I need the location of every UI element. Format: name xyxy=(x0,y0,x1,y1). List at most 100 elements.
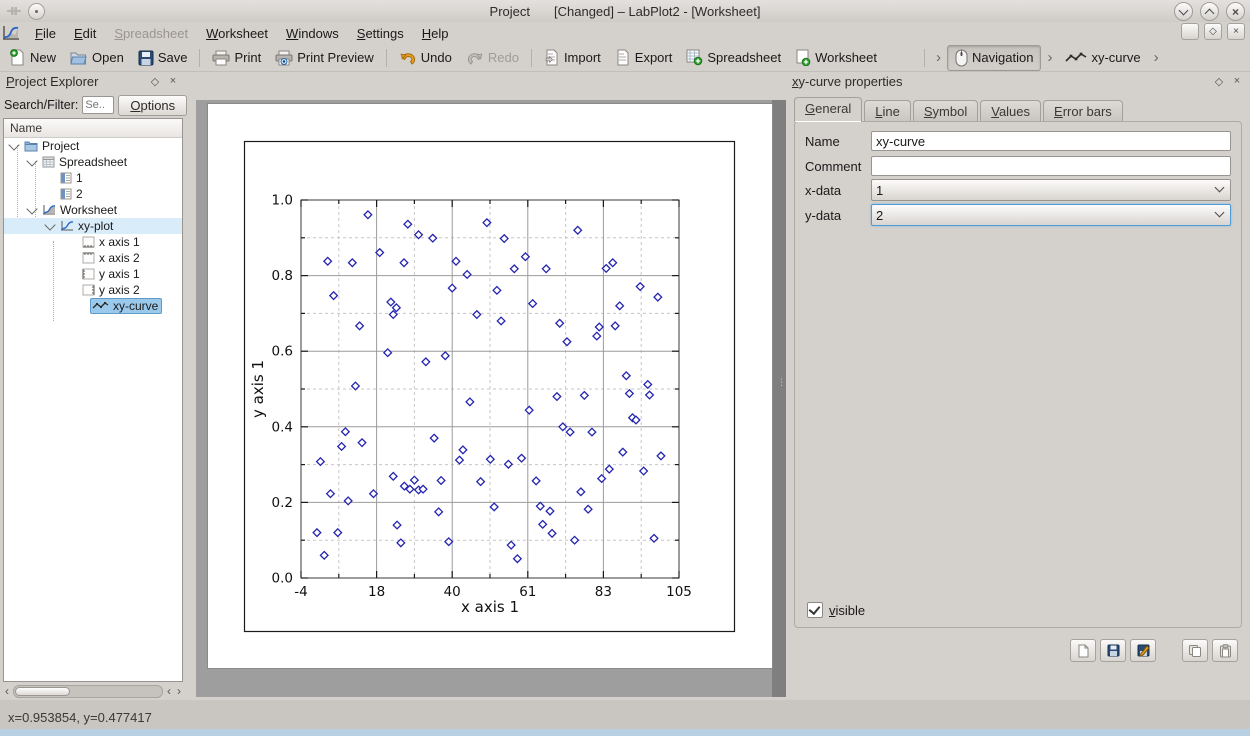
tree-item-x-axis-2[interactable]: x axis 2 xyxy=(4,250,182,266)
options-button[interactable]: Options xyxy=(118,95,187,116)
tree-item-x-axis-1[interactable]: x axis 1 xyxy=(4,234,182,250)
maximize-button[interactable] xyxy=(1200,2,1219,21)
y-data-select[interactable]: 2 xyxy=(871,204,1231,226)
copy-button[interactable] xyxy=(1182,639,1208,662)
mdi-float-button[interactable]: ◇ xyxy=(1204,23,1222,40)
tree-item-column-2[interactable]: 2 xyxy=(4,186,182,202)
tab-general[interactable]: General xyxy=(794,97,862,122)
menu-help[interactable]: Help xyxy=(413,24,458,43)
diamond-icon: ◇ xyxy=(151,75,159,88)
selected-item-highlight: xy-curve xyxy=(90,298,162,314)
tab-line[interactable]: Line xyxy=(864,100,911,122)
save-edit-icon xyxy=(1137,644,1150,657)
save-icon xyxy=(138,50,154,66)
save-template-button[interactable] xyxy=(1100,639,1126,662)
import-icon xyxy=(544,49,560,66)
scroll-right-icon[interactable]: › xyxy=(175,685,183,697)
visible-checkbox[interactable] xyxy=(807,602,823,618)
expander-icon[interactable] xyxy=(44,219,55,230)
float-panel-button[interactable]: ◇ xyxy=(1212,74,1226,88)
xy-curve-toolbar-button[interactable]: xy-curve xyxy=(1058,47,1147,68)
export-button[interactable]: Export xyxy=(608,46,680,69)
menu-edit[interactable]: Edit xyxy=(65,24,105,43)
open-button[interactable]: Open xyxy=(63,47,131,69)
save-button[interactable]: Save xyxy=(131,47,195,69)
expander-icon[interactable] xyxy=(8,139,19,150)
save-edit-button[interactable] xyxy=(1130,639,1156,662)
menu-windows[interactable]: Windows xyxy=(277,24,348,43)
menubar: File Edit Spreadsheet Worksheet Windows … xyxy=(0,22,1250,44)
mdi-close-button[interactable]: × xyxy=(1227,23,1245,40)
tree-item-project[interactable]: Project xyxy=(4,138,182,154)
xy-plot-icon xyxy=(60,220,74,232)
tree-item-worksheet[interactable]: Worksheet xyxy=(4,202,182,218)
tree-column-header[interactable]: Name xyxy=(4,119,182,138)
splitter-handle[interactable]: ⋮ xyxy=(777,380,786,384)
tab-values[interactable]: Values xyxy=(980,100,1041,122)
mouse-icon xyxy=(955,49,968,67)
spreadsheet-icon xyxy=(42,156,55,168)
worksheet-plot[interactable]: -4184061831050.00.20.40.60.81.0x axis 1y… xyxy=(208,104,772,668)
print-button[interactable]: Print xyxy=(205,47,268,69)
new-document-icon xyxy=(9,49,26,66)
print-preview-icon xyxy=(275,50,293,66)
new-worksheet-button[interactable]: Worksheet xyxy=(788,46,884,69)
close-icon: × xyxy=(1234,75,1240,87)
name-field[interactable] xyxy=(871,131,1231,151)
menu-spreadsheet: Spreadsheet xyxy=(105,24,197,43)
svg-text:0.8: 0.8 xyxy=(272,268,293,284)
svg-text:61: 61 xyxy=(519,584,536,600)
mdi-restore-button[interactable] xyxy=(1181,23,1199,40)
tree-item-spreadsheet[interactable]: Spreadsheet xyxy=(4,154,182,170)
tab-error-bars[interactable]: Error bars xyxy=(1043,100,1123,122)
paste-button[interactable] xyxy=(1212,639,1238,662)
cursor-position-text: x=0.953854, y=0.477417 xyxy=(8,710,152,725)
toolbar-extension-chevron[interactable]: › xyxy=(1041,49,1058,66)
tree-item-y-axis-1[interactable]: y axis 1 xyxy=(4,266,182,282)
load-template-button[interactable] xyxy=(1070,639,1096,662)
new-spreadsheet-button[interactable]: Spreadsheet xyxy=(679,46,788,69)
print-preview-button[interactable]: Print Preview xyxy=(268,47,381,69)
search-input[interactable] xyxy=(82,96,114,114)
comment-field[interactable] xyxy=(871,156,1231,176)
navigation-toggle-button[interactable]: Navigation xyxy=(947,45,1041,71)
name-label: Name xyxy=(805,134,871,149)
close-panel-button[interactable]: × xyxy=(166,74,180,88)
x-data-select[interactable]: 1 xyxy=(871,179,1231,201)
titlebar[interactable]: Project[Changed] – LabPlot2 - [Worksheet… xyxy=(0,0,1250,22)
scroll-left-icon[interactable]: ‹ xyxy=(3,685,11,697)
scrollbar-handle[interactable] xyxy=(15,687,70,696)
tab-symbol[interactable]: Symbol xyxy=(913,100,978,122)
float-panel-button[interactable]: ◇ xyxy=(148,74,162,88)
main-toolbar: New Open Save Print Print Preview Undo R… xyxy=(0,44,1250,72)
close-panel-button[interactable]: × xyxy=(1230,74,1244,88)
horizontal-scrollbar[interactable]: ‹ ‹ › xyxy=(3,684,183,698)
search-filter-label: Search/Filter: xyxy=(4,98,78,112)
minimize-button[interactable] xyxy=(1174,2,1193,21)
diamond-icon: ◇ xyxy=(1215,75,1223,88)
expander-icon[interactable] xyxy=(26,155,37,166)
axis-icon xyxy=(82,268,95,280)
scrollbar-track[interactable] xyxy=(13,685,163,698)
worksheet-page[interactable]: -4184061831050.00.20.40.60.81.0x axis 1y… xyxy=(207,103,773,669)
tree-item-xy-plot[interactable]: xy-plot xyxy=(4,218,182,234)
import-button[interactable]: Import xyxy=(537,46,608,69)
tree-item-y-axis-2[interactable]: y axis 2 xyxy=(4,282,182,298)
vertical-scrollbar[interactable]: ⋮ xyxy=(772,100,786,697)
tree-item-column-1[interactable]: 1 xyxy=(4,170,182,186)
svg-text:x axis 1: x axis 1 xyxy=(461,598,519,616)
new-button[interactable]: New xyxy=(2,46,63,69)
scroll-left-icon[interactable]: ‹ xyxy=(165,685,173,697)
toolbar-extension-chevron[interactable]: › xyxy=(1148,49,1165,66)
svg-text:18: 18 xyxy=(368,584,385,600)
toolbar-extension-chevron[interactable]: › xyxy=(930,49,947,66)
tree-item-xy-curve[interactable]: xy-curve xyxy=(4,298,182,314)
close-button[interactable]: × xyxy=(1226,2,1245,21)
expander-icon[interactable] xyxy=(26,203,37,214)
menu-file[interactable]: File xyxy=(26,24,65,43)
undo-button[interactable]: Undo xyxy=(392,47,459,69)
menu-worksheet[interactable]: Worksheet xyxy=(197,24,277,43)
menu-settings[interactable]: Settings xyxy=(348,24,413,43)
properties-title: xy-curve properties xyxy=(792,74,1208,89)
properties-panel: xy-curve properties ◇ × General Line Sym… xyxy=(786,70,1250,700)
